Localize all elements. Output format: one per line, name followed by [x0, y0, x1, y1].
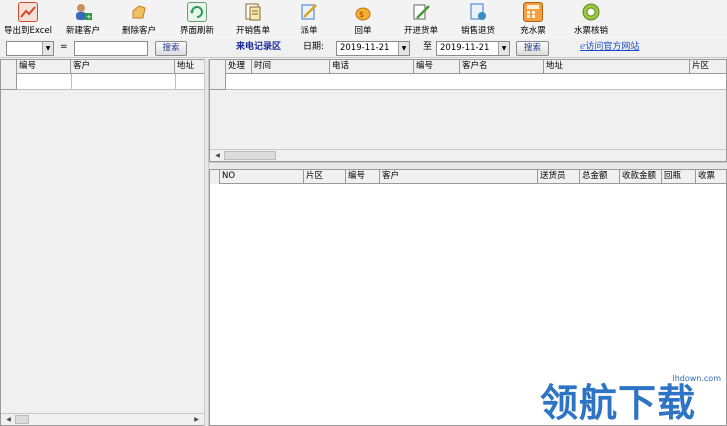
delete-customer-label: 删除客户: [121, 26, 156, 36]
receipt-label: 回单: [354, 26, 372, 36]
scroll-left-icon[interactable]: ◀: [3, 414, 14, 425]
website-link-label: 访问官方网站: [585, 42, 640, 52]
app-window: 导出到Excel + 新建客户 删除客户 界面刷新 开销售单 派单 $ 回单 开…: [0, 0, 727, 426]
new-customer-label: 新建客户: [65, 26, 100, 36]
toolbar: 导出到Excel + 新建客户 删除客户 界面刷新 开销售单 派单 $ 回单 开…: [0, 0, 727, 39]
date-label: 日期:: [303, 42, 325, 52]
date-from-picker[interactable]: 2019-11-21 ▼: [336, 41, 410, 56]
to-label: 至: [423, 42, 433, 52]
col-header-received-amount[interactable]: 收款金额: [620, 170, 662, 184]
call-records-grid[interactable]: 处理 时间 电话 编号 客户名 地址 片区 ◀: [209, 59, 727, 162]
field-select[interactable]: ▼: [6, 41, 54, 56]
col-header-time[interactable]: 时间: [252, 60, 330, 74]
customer-grid-header: 编号 客户 地址: [1, 60, 204, 74]
col-header-phone[interactable]: 电话: [330, 60, 414, 74]
watermark: lhdown.com 领航下载: [540, 370, 727, 426]
refresh-icon: [187, 2, 207, 22]
col-header-number[interactable]: 编号: [346, 170, 380, 184]
call-grid-hscrollbar[interactable]: ◀: [210, 149, 726, 161]
col-header-customer[interactable]: 客户: [380, 170, 538, 184]
chevron-down-icon: ▼: [42, 42, 53, 55]
sales-return-button[interactable]: 销售退货: [457, 1, 499, 38]
watermark-text: 领航下载: [540, 381, 697, 425]
new-customer-icon: +: [73, 2, 93, 22]
water-ticket-icon: [523, 2, 543, 22]
purchase-order-label: 开进货单: [403, 26, 438, 36]
horizontal-splitter[interactable]: [209, 162, 727, 169]
dispatch-button[interactable]: 派单: [295, 1, 323, 38]
export-excel-button[interactable]: 导出到Excel: [2, 1, 54, 38]
water-ticket-button[interactable]: 充水票: [518, 1, 548, 38]
scroll-thumb[interactable]: [224, 151, 276, 160]
purchase-order-icon: [411, 2, 431, 22]
ticket-writeoff-label: 水票核销: [573, 26, 608, 36]
export-excel-label: 导出到Excel: [3, 26, 53, 36]
sales-return-label: 销售退货: [460, 26, 495, 36]
delete-customer-icon: [129, 2, 149, 22]
scroll-left-icon[interactable]: ◀: [212, 150, 223, 161]
row-indicator-header: [1, 60, 17, 74]
refresh-button[interactable]: 界面刷新: [176, 1, 218, 38]
search-input[interactable]: [74, 41, 148, 56]
chevron-down-icon: ▼: [498, 42, 509, 55]
scroll-right-icon[interactable]: ▶: [191, 414, 202, 425]
col-header-deliveryman[interactable]: 送货员: [538, 170, 580, 184]
sales-order-icon: [243, 2, 263, 22]
orders-grid-header: NO 片区 编号 客户 送货员 总金额 收款金额 回瓶 收票: [210, 170, 726, 184]
new-customer-button[interactable]: + 新建客户: [62, 1, 104, 38]
row-indicator: [210, 74, 226, 90]
row-indicator-header: [210, 170, 220, 184]
col-header-ticket[interactable]: 收票: [696, 170, 726, 184]
receipt-button[interactable]: $ 回单: [349, 1, 377, 38]
equals-label: =: [60, 42, 68, 52]
svg-text:$: $: [359, 10, 364, 19]
ticket-writeoff-button[interactable]: 水票核销: [570, 1, 612, 38]
chevron-down-icon: ▼: [398, 42, 409, 55]
col-header-bottle-return[interactable]: 回瓶: [662, 170, 696, 184]
date-to-value: 2019-11-21: [440, 43, 490, 53]
customer-grid-hscrollbar[interactable]: ◀ ▶: [1, 413, 204, 425]
official-website-link[interactable]: ℯ访问官方网站: [580, 40, 639, 55]
receipt-icon: $: [353, 2, 373, 22]
col-header-address[interactable]: 地址: [544, 60, 690, 74]
svg-text:+: +: [86, 13, 92, 21]
col-header-district[interactable]: 片区: [690, 60, 726, 74]
date-to-picker[interactable]: 2019-11-21 ▼: [436, 41, 510, 56]
dispatch-icon: [299, 2, 319, 22]
search-button[interactable]: 搜索: [155, 41, 187, 56]
col-header-number[interactable]: 编号: [414, 60, 460, 74]
scroll-thumb[interactable]: [15, 415, 29, 424]
col-header-address[interactable]: 地址: [175, 60, 204, 74]
search-bar: ▼ = 搜索 来电记录区 日期: 2019-11-21 ▼ 至 2019-11-…: [0, 39, 727, 58]
row-indicator: [1, 74, 17, 90]
customer-grid[interactable]: 编号 客户 地址 ◀ ▶: [0, 59, 205, 426]
col-header-customer[interactable]: 客户: [71, 60, 175, 74]
sales-order-label: 开销售单: [235, 26, 270, 36]
col-header-customer-name[interactable]: 客户名: [460, 60, 544, 74]
ticket-writeoff-icon: [581, 2, 601, 22]
col-header-handle[interactable]: 处理: [226, 60, 252, 74]
sales-return-icon: [468, 2, 488, 22]
col-header-no[interactable]: NO: [220, 170, 304, 184]
date-search-button[interactable]: 搜索: [516, 41, 549, 56]
delete-customer-button[interactable]: 删除客户: [118, 1, 160, 38]
call-grid-header: 处理 时间 电话 编号 客户名 地址 片区: [210, 60, 726, 74]
col-header-id[interactable]: 编号: [17, 60, 71, 74]
table-row[interactable]: [17, 74, 204, 90]
col-header-district[interactable]: 片区: [304, 170, 346, 184]
sales-order-button[interactable]: 开销售单: [232, 1, 274, 38]
table-row[interactable]: [226, 74, 726, 90]
dispatch-label: 派单: [300, 26, 318, 36]
incoming-calls-label: 来电记录区: [236, 42, 282, 52]
refresh-label: 界面刷新: [179, 26, 214, 36]
water-ticket-label: 充水票: [520, 26, 546, 36]
row-indicator-header: [210, 60, 226, 74]
col-header-total-amount[interactable]: 总金额: [580, 170, 620, 184]
date-from-value: 2019-11-21: [340, 43, 390, 53]
purchase-order-button[interactable]: 开进货单: [400, 1, 442, 38]
excel-export-icon: [18, 2, 38, 22]
